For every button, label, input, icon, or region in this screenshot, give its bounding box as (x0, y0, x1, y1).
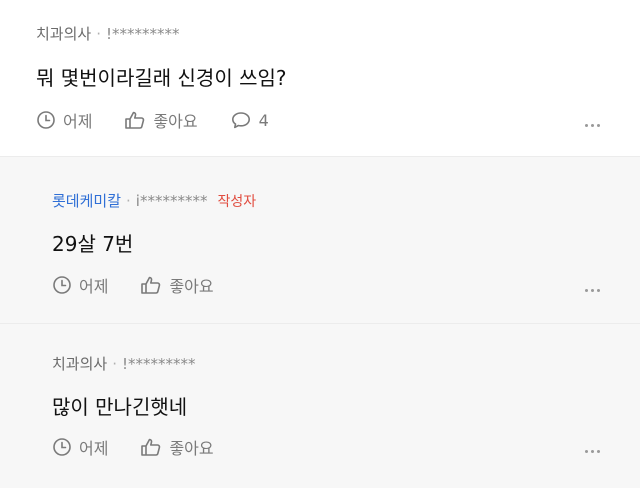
more-dot (591, 124, 594, 127)
comment-user-id: !********* (105, 24, 180, 43)
comment-actions: 어제 좋아요 4 (36, 108, 269, 132)
clock-icon (37, 111, 55, 129)
more-dot (597, 289, 600, 292)
more-dot (597, 124, 600, 127)
like-button[interactable]: 좋아요 (140, 273, 214, 297)
timestamp-label: 어제 (79, 439, 109, 458)
clock-icon (53, 438, 71, 456)
comment-user-id: !********* (121, 354, 196, 373)
meta-separator: · (126, 191, 131, 210)
comment-item: 치과의사 · !********* 뭐 몇번이라길래 신경이 쓰임? 어제 좋아… (0, 0, 640, 157)
more-options-button[interactable] (585, 285, 600, 296)
clock-icon (53, 276, 71, 294)
like-label: 좋아요 (169, 439, 214, 458)
comment-author[interactable]: 치과의사 (36, 23, 91, 44)
reply-item: 롯데케미칼 · i********* 작성자 29살 7번 어제 좋아요 (0, 157, 640, 324)
more-options-button[interactable] (585, 120, 600, 131)
speech-bubble-icon (231, 112, 250, 129)
more-dots-icon (585, 124, 588, 127)
reply-item: 치과의사 · !********* 많이 만나긴햇네 어제 좋아요 (0, 324, 640, 488)
like-button[interactable]: 좋아요 (140, 435, 214, 459)
comment-text: 많이 만나긴햇네 (52, 395, 188, 419)
more-dot (591, 450, 594, 453)
thumbs-up-icon (141, 276, 161, 294)
meta-separator: · (112, 354, 117, 373)
more-dot (591, 289, 594, 292)
more-dots-icon (585, 450, 588, 453)
timestamp: 어제 (52, 435, 108, 459)
reply-count: 4 (258, 110, 269, 130)
comment-meta: 롯데케미칼 · i********* 작성자 (52, 190, 256, 211)
comment-user-id: i********* (135, 191, 208, 210)
comment-author[interactable]: 치과의사 (52, 353, 107, 374)
comment-meta: 치과의사 · !********* (52, 353, 196, 374)
like-label: 좋아요 (153, 112, 198, 131)
comment-actions: 어제 좋아요 (52, 273, 214, 297)
comment-text: 뭐 몇번이라길래 신경이 쓰임? (36, 66, 287, 90)
more-dot (597, 450, 600, 453)
thumbs-up-icon (125, 111, 145, 129)
thumbs-up-icon (141, 438, 161, 456)
timestamp: 어제 (36, 108, 92, 132)
timestamp: 어제 (52, 273, 108, 297)
reply-button[interactable]: 4 (230, 110, 269, 130)
like-button[interactable]: 좋아요 (124, 108, 198, 132)
more-dots-icon (585, 289, 588, 292)
timestamp-label: 어제 (79, 277, 109, 296)
meta-separator: · (96, 24, 101, 43)
author-badge: 작성자 (217, 193, 257, 210)
comment-meta: 치과의사 · !********* (36, 23, 180, 44)
more-options-button[interactable] (585, 446, 600, 457)
comment-text: 29살 7번 (52, 232, 134, 256)
like-label: 좋아요 (169, 277, 214, 296)
comment-actions: 어제 좋아요 (52, 435, 214, 459)
timestamp-label: 어제 (63, 112, 93, 131)
comment-author[interactable]: 롯데케미칼 (52, 190, 121, 211)
